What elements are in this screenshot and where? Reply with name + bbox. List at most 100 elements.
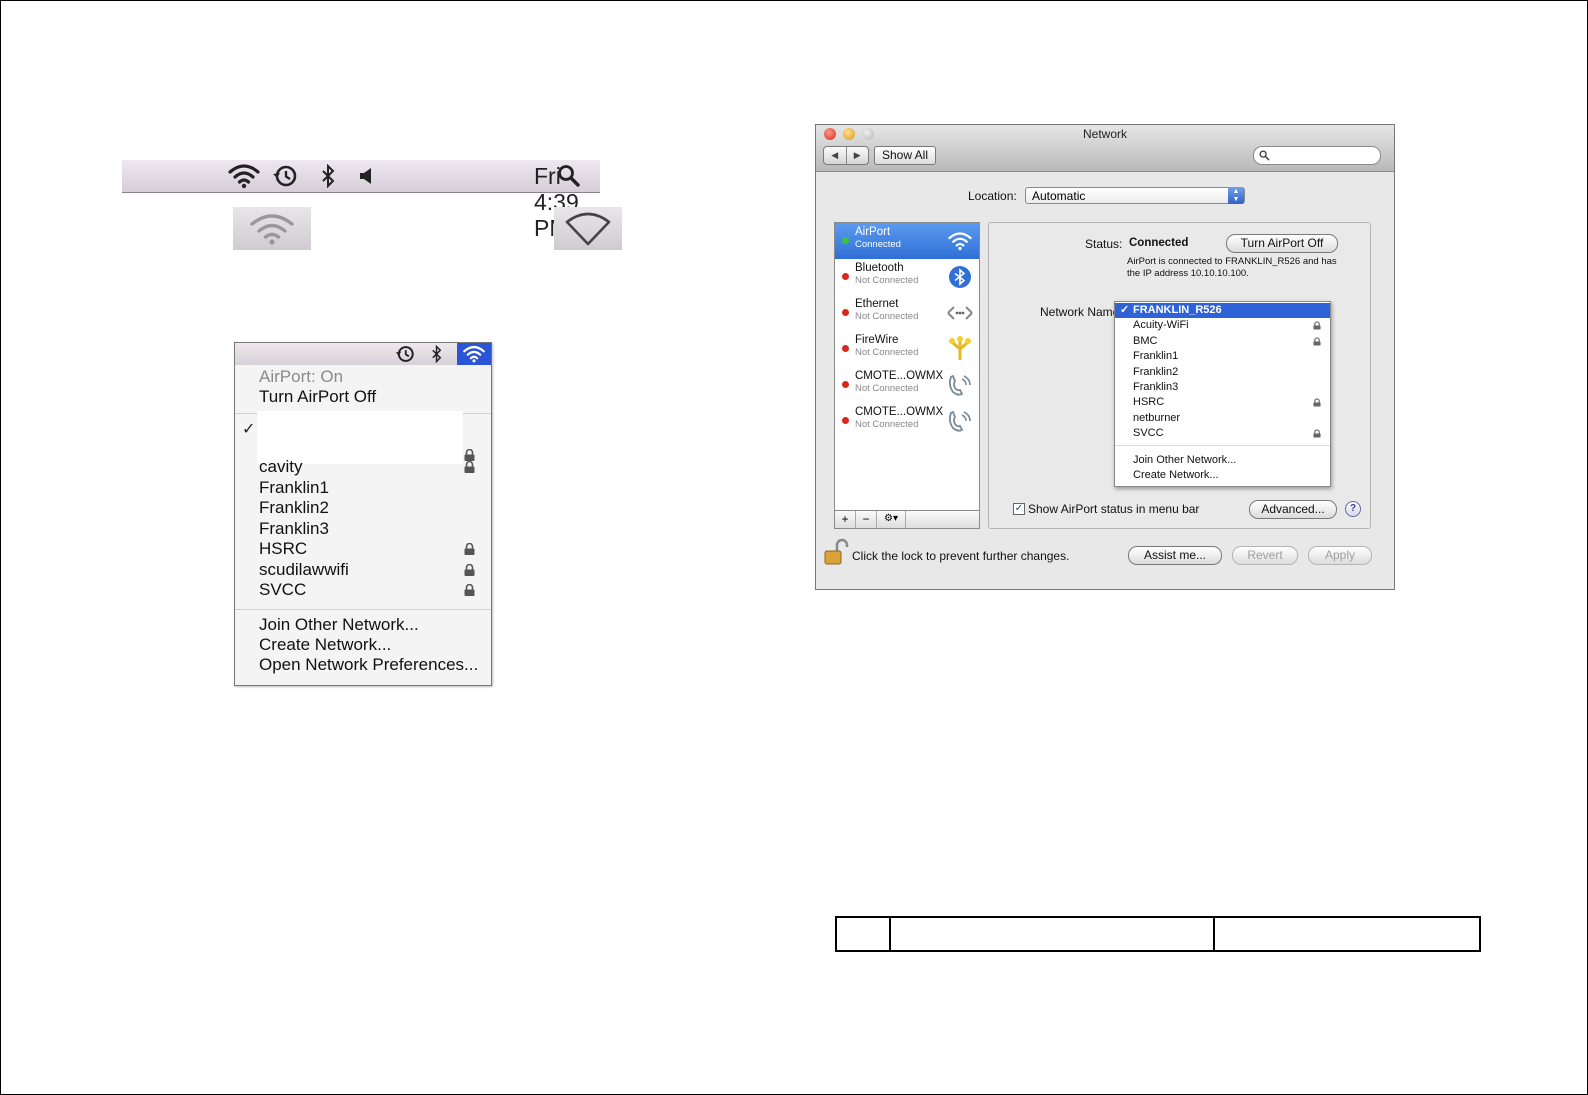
create-network-item[interactable]: Create Network... bbox=[259, 635, 391, 655]
show-all-button[interactable]: Show All bbox=[874, 146, 936, 165]
turn-airport-off-item[interactable]: Turn AirPort Off bbox=[259, 387, 376, 407]
network-option-label: Franklin2 bbox=[1133, 365, 1179, 378]
service-item[interactable]: FireWire Not Connected bbox=[835, 331, 979, 367]
service-name: CMOTE...OWMX bbox=[855, 406, 944, 418]
modem-icon bbox=[947, 408, 973, 434]
network-option[interactable]: ✓ FRANKLIN_R526 bbox=[1115, 303, 1330, 318]
spotlight-icon[interactable] bbox=[554, 162, 584, 190]
table-cell bbox=[1215, 918, 1479, 950]
table-cell bbox=[891, 918, 1215, 950]
airport-menu: AirPort: On Turn AirPort Off ✓ cavity Fra… bbox=[234, 342, 492, 686]
lock-icon bbox=[464, 563, 475, 576]
network-option[interactable]: SVCC bbox=[1115, 426, 1330, 441]
lock-icon bbox=[464, 461, 475, 473]
service-name: Ethernet bbox=[855, 298, 899, 310]
status-dot-icon bbox=[842, 273, 849, 280]
create-network-item[interactable]: Create Network... bbox=[1115, 468, 1330, 483]
wifi-icon[interactable] bbox=[457, 343, 491, 365]
service-item[interactable]: Ethernet Not Connected bbox=[835, 295, 979, 331]
modem-icon bbox=[947, 372, 973, 398]
network-option-label: Franklin3 bbox=[1133, 381, 1179, 393]
service-item[interactable]: AirPort Connected bbox=[835, 223, 979, 259]
status-description: AirPort is connected to FRANKLIN_R526 an… bbox=[1127, 256, 1337, 279]
title-bar: Network ◀ ▶ Show All bbox=[816, 125, 1394, 172]
network-option-label: SVCC bbox=[1133, 427, 1164, 440]
airport-status-label: AirPort: On bbox=[259, 367, 344, 386]
network-name-label: Network Name bbox=[1040, 305, 1120, 319]
service-status: Not Connected bbox=[855, 311, 919, 322]
network-option-label: BMC bbox=[1133, 334, 1158, 347]
service-status: Connected bbox=[855, 239, 901, 250]
network-item[interactable]: Franklin2 bbox=[259, 498, 329, 518]
open-network-preferences-item[interactable]: Open Network Preferences... bbox=[259, 655, 478, 675]
network-option[interactable]: HSRC bbox=[1115, 395, 1330, 410]
time-machine-icon[interactable] bbox=[395, 344, 415, 369]
turn-airport-off-button[interactable]: Turn AirPort Off bbox=[1226, 234, 1338, 253]
network-option[interactable]: Franklin2 bbox=[1115, 365, 1330, 380]
join-other-network-label: Join Other Network... bbox=[1133, 454, 1237, 466]
service-item[interactable]: CMOTE...OWMX Not Connected bbox=[835, 403, 979, 439]
service-name: Bluetooth bbox=[855, 262, 904, 274]
airport-icon bbox=[947, 228, 973, 254]
network-item[interactable]: scudilawwifi bbox=[259, 560, 349, 580]
network-item[interactable]: SVCC bbox=[259, 580, 306, 600]
wifi-icon[interactable] bbox=[226, 162, 262, 190]
service-actions-button[interactable]: ⚙▾ bbox=[877, 511, 906, 528]
network-option-label: Acuity-WiFi bbox=[1133, 319, 1189, 332]
search-field[interactable] bbox=[1253, 146, 1381, 165]
network-option[interactable]: Franklin3 bbox=[1115, 380, 1330, 395]
checkmark-icon: ✓ bbox=[1120, 304, 1130, 316]
back-forward-control: ◀ ▶ bbox=[823, 146, 869, 165]
network-item[interactable]: cavity bbox=[259, 457, 302, 477]
window-title: Network bbox=[1082, 127, 1127, 141]
service-status: Not Connected bbox=[855, 275, 919, 286]
network-option[interactable]: Franklin1 bbox=[1115, 349, 1330, 364]
volume-icon[interactable] bbox=[356, 162, 376, 190]
create-network-label: Create Network... bbox=[1133, 469, 1219, 481]
network-option[interactable]: Acuity-WiFi bbox=[1115, 318, 1330, 333]
location-label: Location: bbox=[968, 189, 1017, 203]
service-name: FireWire bbox=[855, 334, 899, 346]
assist-me-button[interactable]: Assist me... bbox=[1128, 546, 1222, 565]
apply-button[interactable]: Apply bbox=[1308, 546, 1372, 565]
network-item[interactable]: HSRC bbox=[259, 539, 307, 559]
help-button[interactable]: ? bbox=[1345, 501, 1361, 517]
bluetooth-icon[interactable] bbox=[431, 344, 442, 368]
add-service-button[interactable]: + bbox=[835, 511, 856, 528]
join-other-network-item[interactable]: Join Other Network... bbox=[1115, 453, 1330, 468]
lock-icon bbox=[464, 449, 475, 461]
network-item[interactable]: Franklin3 bbox=[259, 519, 329, 539]
service-item[interactable]: Bluetooth Not Connected bbox=[835, 259, 979, 295]
lock-icon bbox=[464, 584, 475, 596]
status-dot-icon bbox=[842, 309, 849, 316]
show-status-label: Show AirPort status in menu bar bbox=[1028, 502, 1200, 516]
revert-button[interactable]: Revert bbox=[1232, 546, 1298, 565]
status-dot-icon bbox=[842, 237, 849, 244]
advanced-button[interactable]: Advanced... bbox=[1249, 500, 1337, 519]
network-option-label: FRANKLIN_R526 bbox=[1133, 304, 1222, 316]
service-item[interactable]: CMOTE...OWMX Not Connected bbox=[835, 367, 979, 403]
show-status-checkbox[interactable]: ✓ bbox=[1013, 503, 1025, 515]
network-option[interactable]: netburner bbox=[1115, 411, 1330, 426]
padlock-icon[interactable] bbox=[823, 538, 849, 571]
service-status: Not Connected bbox=[855, 347, 919, 358]
chevron-up-down-icon: ▲ ▼ bbox=[1228, 187, 1244, 204]
network-option[interactable]: BMC bbox=[1115, 334, 1330, 349]
bluetooth-icon[interactable] bbox=[318, 162, 338, 190]
join-other-network-item[interactable]: Join Other Network... bbox=[259, 615, 419, 635]
lock-icon bbox=[1313, 429, 1321, 438]
network-option-label: netburner bbox=[1133, 411, 1181, 424]
network-option-label: Franklin1 bbox=[1133, 350, 1179, 363]
network-item[interactable]: Franklin1 bbox=[259, 478, 329, 498]
service-name: AirPort bbox=[855, 226, 891, 238]
table-cell bbox=[837, 918, 891, 950]
ethernet-icon bbox=[947, 300, 973, 326]
location-select[interactable]: Automatic ▲ ▼ bbox=[1025, 187, 1245, 204]
back-arrow-icon[interactable]: ◀ bbox=[824, 147, 847, 164]
menu-divider bbox=[235, 609, 491, 610]
bluetooth-icon bbox=[947, 264, 973, 290]
time-machine-icon[interactable] bbox=[270, 162, 300, 190]
remove-service-button[interactable]: − bbox=[856, 511, 877, 528]
firewire-icon bbox=[947, 336, 973, 362]
forward-arrow-icon[interactable]: ▶ bbox=[847, 147, 869, 164]
